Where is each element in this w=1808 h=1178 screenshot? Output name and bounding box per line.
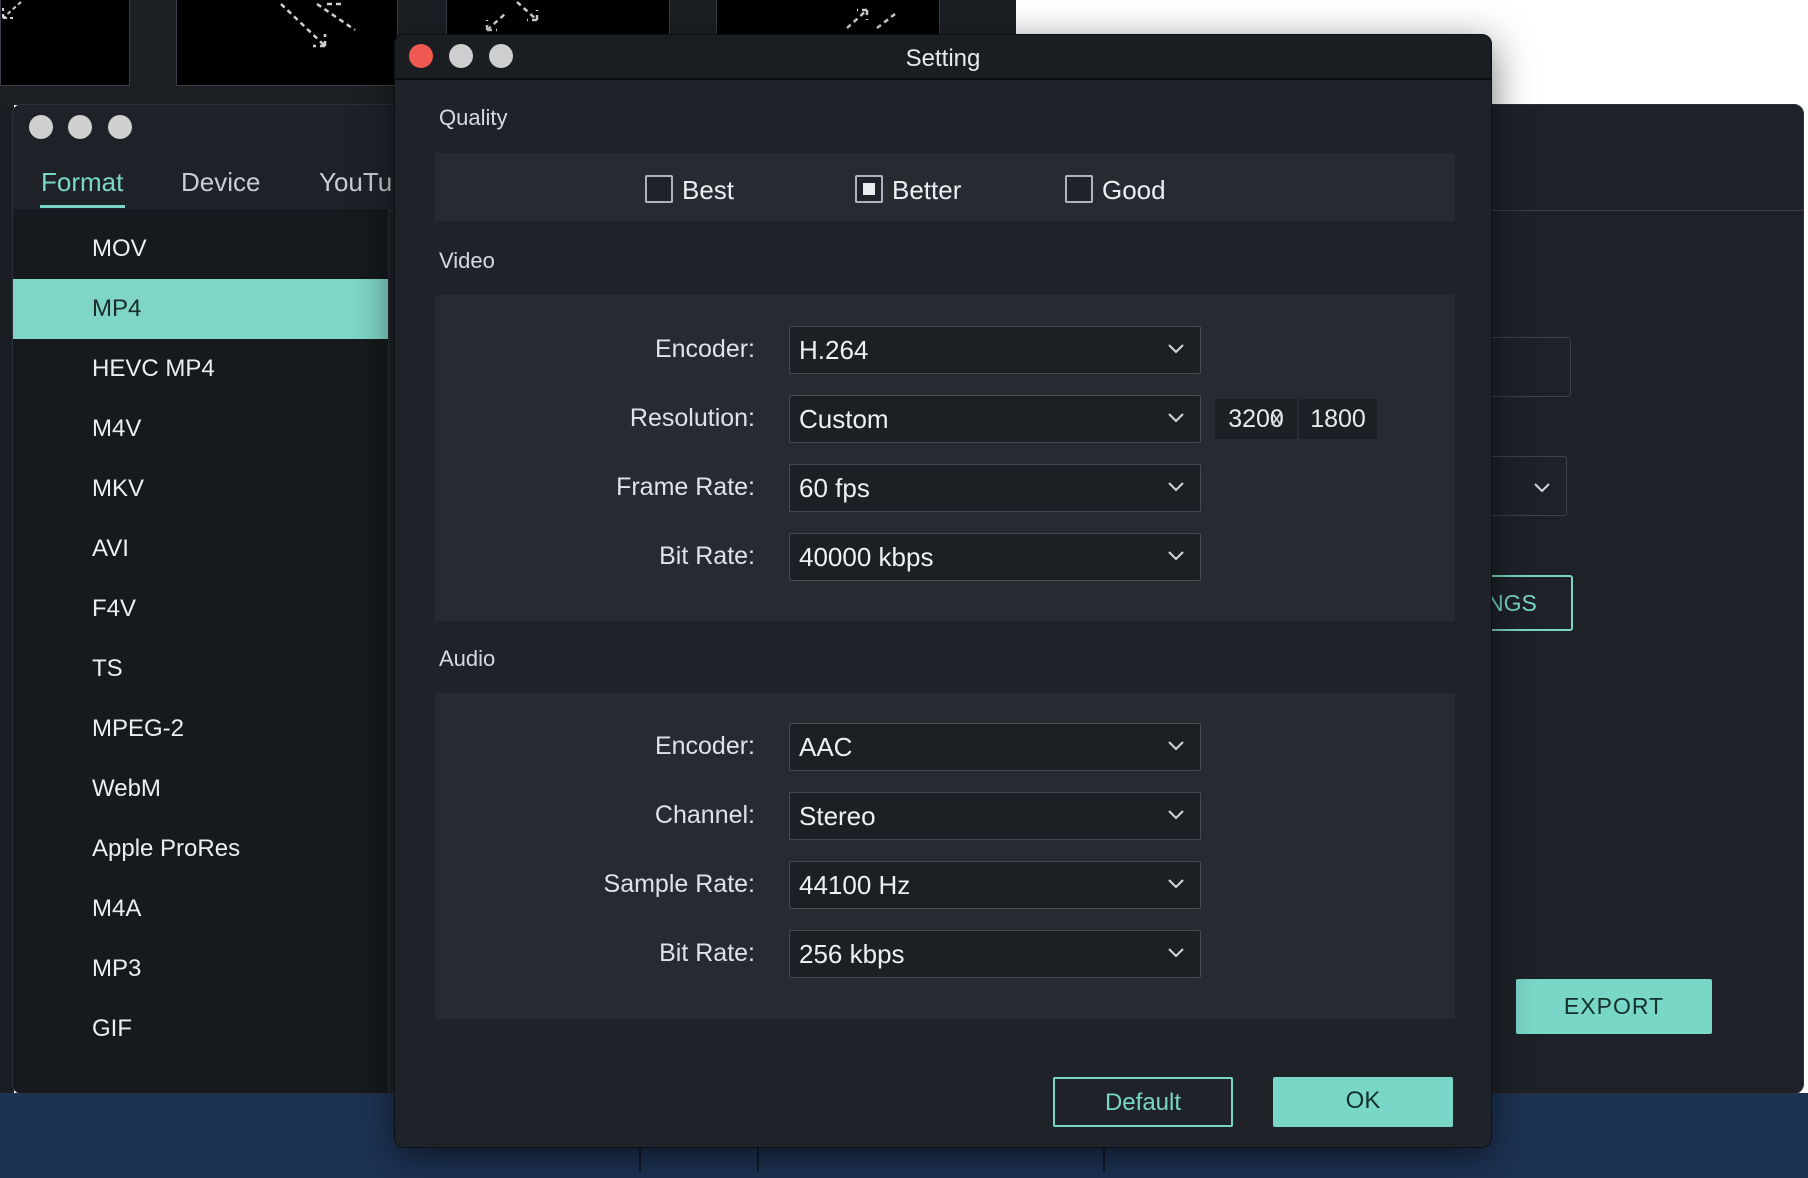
default-button[interactable]: Default: [1053, 1077, 1233, 1127]
frame-rate-label: Frame Rate:: [616, 473, 755, 501]
tab-device[interactable]: Device: [181, 167, 260, 198]
format-item-f4v[interactable]: F4V: [13, 579, 388, 639]
format-item-m4a[interactable]: M4A: [13, 879, 388, 939]
chevron-down-icon: [1168, 344, 1184, 354]
chevron-down-icon: [1168, 948, 1184, 958]
format-item-m4v[interactable]: M4V: [13, 399, 388, 459]
format-item-ts[interactable]: TS: [13, 639, 388, 699]
quality-section-label: Quality: [439, 105, 508, 130]
video-bit-rate-label: Bit Rate:: [659, 542, 755, 570]
format-item-mov[interactable]: MOV: [13, 219, 388, 279]
video-bit-rate-value: 40000 kbps: [799, 542, 934, 572]
good-label: Good: [1102, 175, 1166, 205]
format-item-mkv[interactable]: MKV: [13, 459, 388, 519]
format-list: MOV MP4 HEVC MP4 M4V MKV AVI F4V TS MPEG-2 WebM Ap…: [13, 209, 388, 1093]
chevron-down-icon: [1168, 741, 1184, 751]
format-item-gif[interactable]: GIF: [13, 999, 388, 1059]
resolution-select[interactable]: Custom: [789, 395, 1201, 443]
format-item-avi[interactable]: AVI: [13, 519, 388, 579]
resolution-label: Resolution:: [629, 404, 755, 432]
sample-rate-label: Sample Rate:: [603, 870, 755, 898]
chevron-down-icon: [1168, 810, 1184, 820]
video-section-label: Video: [439, 248, 495, 273]
resolution-width-field[interactable]: 3200: [1215, 399, 1297, 439]
chevron-down-icon: [1168, 879, 1184, 889]
audio-encoder-select[interactable]: AAC: [789, 723, 1201, 771]
setting-dialog: Setting Quality Best Better Good Video E…: [394, 34, 1492, 1148]
better-label: Better: [892, 175, 962, 205]
resolution-value: Custom: [799, 404, 889, 434]
clip-thumbnail[interactable]: [0, 0, 130, 86]
tab-format[interactable]: Format: [41, 167, 123, 198]
clip-thumbnail[interactable]: [176, 0, 398, 86]
tab-youtube[interactable]: YouTul: [319, 167, 398, 198]
chevron-down-icon: [1168, 482, 1184, 492]
chevron-down-icon: [1534, 483, 1550, 493]
video-panel: Encoder: H.264 Resolution: Custom 3200 x…: [435, 295, 1455, 621]
resolution-height-field[interactable]: 1800: [1299, 399, 1377, 439]
format-item-mpeg-2[interactable]: MPEG-2: [13, 699, 388, 759]
format-item-mp3[interactable]: MP3: [13, 939, 388, 999]
audio-bit-rate-value: 256 kbps: [799, 939, 905, 969]
video-encoder-label: Encoder:: [654, 335, 755, 363]
zoom-window-icon[interactable]: [108, 115, 132, 139]
expand-arrows-icon: [280, 2, 356, 48]
export-button[interactable]: EXPORT: [1516, 979, 1712, 1034]
format-item-webm[interactable]: WebM: [13, 759, 388, 819]
frame-rate-select[interactable]: 60 fps: [789, 464, 1201, 512]
frame-rate-value: 60 fps: [799, 473, 870, 503]
audio-panel: Encoder: AAC Channel: Stereo Sample Rate…: [435, 693, 1455, 1019]
active-tab-indicator: [40, 205, 125, 208]
minimize-window-icon[interactable]: [68, 115, 92, 139]
best-label: Best: [682, 175, 735, 205]
audio-bit-rate-label: Bit Rate:: [659, 939, 755, 967]
channel-value: Stereo: [799, 801, 876, 831]
sample-rate-value: 44100 Hz: [799, 870, 911, 900]
format-item-mp4[interactable]: MP4: [13, 279, 388, 339]
format-item-apple-prores[interactable]: Apple ProRes: [13, 819, 388, 879]
close-window-icon[interactable]: [29, 115, 53, 139]
audio-encoder-label: Encoder:: [654, 732, 755, 760]
chevron-down-icon: [1168, 551, 1184, 561]
video-encoder-value: H.264: [799, 335, 869, 365]
audio-section-label: Audio: [439, 646, 496, 671]
good-checkbox[interactable]: [1065, 175, 1093, 203]
audio-bit-rate-select[interactable]: 256 kbps: [789, 930, 1201, 978]
quality-panel: Best Better Good: [435, 153, 1455, 221]
dialog-title: Setting: [905, 45, 981, 72]
video-bit-rate-select[interactable]: 40000 kbps: [789, 533, 1201, 581]
dialog-titlebar: Setting: [395, 35, 1491, 80]
audio-encoder-value: AAC: [799, 732, 853, 762]
format-item-hevc-mp4[interactable]: HEVC MP4: [13, 339, 388, 399]
channel-label: Channel:: [654, 801, 755, 829]
divider: [388, 209, 389, 1093]
video-encoder-select[interactable]: H.264: [789, 326, 1201, 374]
channel-select[interactable]: Stereo: [789, 792, 1201, 840]
expand-arrows-icon: [2, 1, 22, 19]
best-checkbox[interactable]: [645, 175, 673, 203]
ok-button[interactable]: OK: [1273, 1077, 1453, 1127]
sample-rate-select[interactable]: 44100 Hz: [789, 861, 1201, 909]
resolution-x-separator-label: x: [1271, 405, 1282, 430]
better-checkbox[interactable]: [855, 175, 883, 203]
chevron-down-icon: [1168, 413, 1184, 423]
